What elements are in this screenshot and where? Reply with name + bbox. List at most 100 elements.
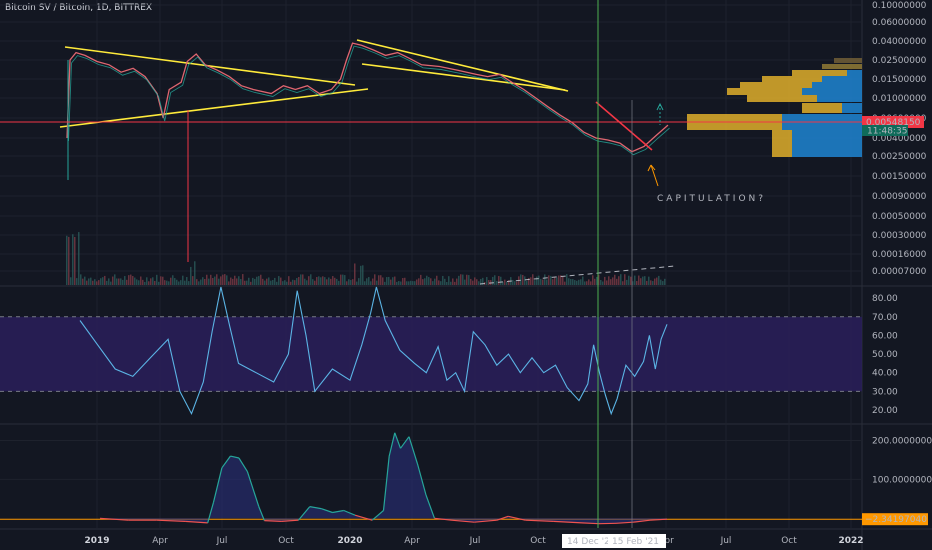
volume-bar — [580, 279, 582, 285]
volume-profile-bar — [792, 70, 847, 76]
volume-bar — [66, 235, 68, 285]
volume-bar — [658, 275, 660, 285]
volume-bar — [340, 274, 342, 285]
volume-bar — [86, 280, 88, 285]
volume-bar — [72, 234, 74, 285]
volume-bar — [596, 276, 598, 285]
volume-bar — [558, 275, 560, 285]
volume-bar — [570, 278, 572, 285]
volume-bar — [270, 280, 272, 285]
volume-bar — [296, 278, 298, 285]
volume-bar — [228, 281, 230, 285]
volume-bar — [76, 278, 78, 285]
volume-bar — [372, 278, 374, 285]
volume-bar — [116, 278, 118, 285]
volume-bar — [90, 277, 92, 285]
volume-bar — [136, 279, 138, 285]
volume-bar — [304, 278, 306, 285]
volume-bar — [442, 275, 444, 285]
chart-svg: 0.10000000 0.06000000 0.04000000 0.02500000… — [0, 0, 932, 550]
volume-bar — [446, 281, 448, 285]
price-tick-label: 0.10000000 — [872, 1, 927, 11]
x-tick-label: Oct — [530, 536, 546, 546]
x-tick-label: Oct — [278, 536, 294, 546]
volume-bar — [268, 277, 270, 285]
volume-bar — [156, 274, 158, 285]
volume-bar — [368, 277, 370, 285]
volume-bar — [420, 274, 422, 285]
volume-bar — [622, 281, 624, 285]
volume-bar — [238, 276, 240, 285]
volume-profile-bar — [772, 140, 792, 157]
volume-bar — [496, 280, 498, 285]
rsi-tick-label: 20.00 — [872, 406, 898, 416]
volume-bar — [414, 281, 416, 285]
volume-bar — [128, 275, 130, 285]
volume-bar — [434, 278, 436, 285]
volume-bar — [422, 279, 424, 285]
volume-bar — [542, 279, 544, 285]
chart-root: Bitcoin SV / Bitcoin, 1D, BITTREX 0.1000… — [0, 0, 932, 550]
volume-bar — [280, 277, 282, 285]
price-tick-label: 0.01500000 — [872, 75, 927, 85]
volume-bar — [154, 280, 156, 285]
volume-bar — [138, 280, 140, 285]
volume-bar — [638, 275, 640, 285]
volume-bar — [352, 279, 354, 285]
volume-bar — [170, 277, 172, 285]
volume-bar — [440, 281, 442, 285]
volume-bar — [546, 279, 548, 285]
volume-bar — [118, 278, 120, 285]
volume-bar — [642, 276, 644, 285]
volume-bar — [194, 261, 196, 285]
volume-bar — [104, 275, 106, 285]
rsi-tick-label: 60.00 — [872, 331, 898, 341]
rsi-tick-label: 50.00 — [872, 350, 898, 360]
volume-bar — [222, 274, 224, 285]
volume-bar — [592, 275, 594, 285]
volume-bar — [350, 280, 352, 285]
x-tick-label: 2022 — [838, 536, 863, 546]
volume-bar — [416, 279, 418, 285]
volume-bar — [360, 265, 362, 285]
volume-bar — [652, 281, 654, 285]
volume-bar — [250, 281, 252, 285]
volume-bar — [656, 277, 658, 285]
volume-bar — [294, 280, 296, 285]
volume-bar — [662, 281, 664, 285]
volume-bar — [544, 274, 546, 285]
volume-bar — [412, 281, 414, 285]
volume-bar — [608, 276, 610, 285]
volume-bar — [374, 274, 376, 285]
volume-bar — [514, 281, 516, 285]
volume-bar — [160, 276, 162, 285]
volume-bar — [640, 278, 642, 285]
volume-bar — [184, 280, 186, 285]
volume-bar — [586, 281, 588, 285]
price-tick-label: 0.00007000 — [872, 267, 927, 277]
volume-bar — [212, 278, 214, 285]
volume-bar — [428, 277, 430, 285]
volume-profile-bar — [822, 76, 862, 82]
osc-tick-label: 100.00000000 — [872, 475, 932, 485]
volume-bar — [260, 274, 262, 285]
volume-bar — [466, 274, 468, 285]
volume-bar — [660, 279, 662, 285]
volume-bar — [190, 266, 192, 285]
volume-bar — [402, 278, 404, 285]
volume-bar — [386, 277, 388, 285]
volume-bar — [92, 280, 94, 285]
volume-bar — [630, 276, 632, 285]
volume-bar — [216, 274, 218, 285]
volume-bar — [522, 274, 524, 285]
volume-bar — [390, 279, 392, 285]
volume-bar — [450, 281, 452, 285]
volume-bar — [486, 277, 488, 285]
volume-bar — [286, 281, 288, 285]
volume-bar — [424, 278, 426, 285]
volume-bar — [178, 281, 180, 285]
volume-bar — [312, 279, 314, 285]
crosshair-date-label: 15 Feb '21 — [612, 537, 659, 547]
volume-bar — [210, 274, 212, 285]
volume-bar — [290, 281, 292, 285]
